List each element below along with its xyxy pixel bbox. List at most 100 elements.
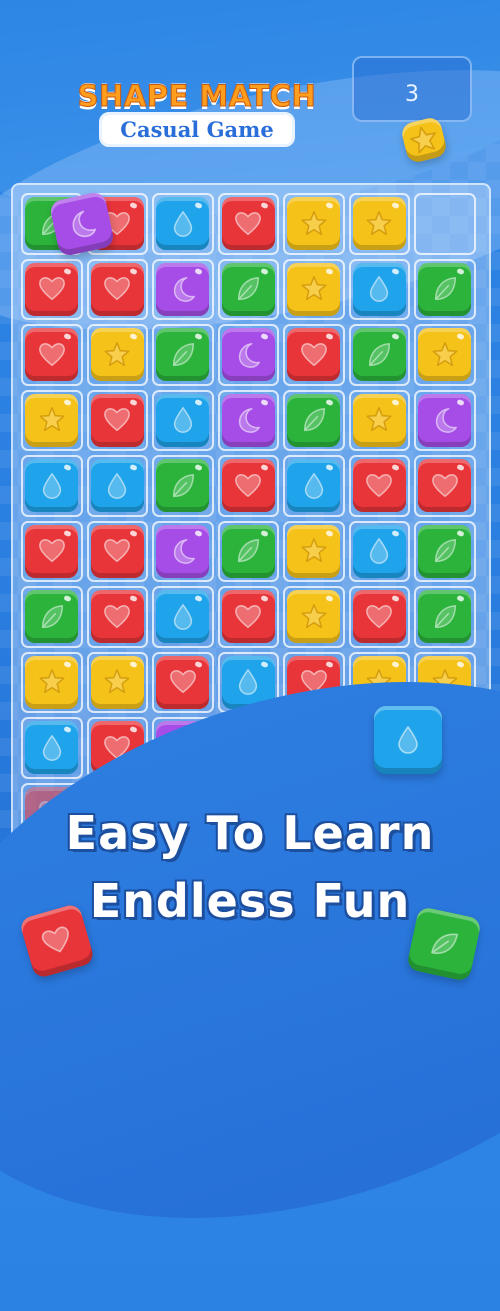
board-cell[interactable] (412, 191, 478, 257)
board-cell[interactable] (85, 322, 151, 388)
yellow-tile[interactable] (287, 590, 340, 643)
red-tile[interactable] (90, 262, 144, 316)
board-cell[interactable] (150, 191, 216, 257)
board-cell[interactable] (347, 257, 413, 323)
board-cell[interactable] (281, 453, 347, 519)
red-tile[interactable] (221, 590, 275, 643)
board-cell[interactable] (150, 453, 216, 519)
board-cell[interactable] (281, 257, 347, 323)
board-cell[interactable] (347, 453, 413, 519)
board-cell[interactable] (347, 584, 413, 650)
board-cell[interactable] (150, 584, 216, 650)
red-tile[interactable] (352, 590, 406, 643)
board-cell[interactable] (281, 519, 347, 585)
board-cell[interactable] (216, 388, 282, 454)
yellow-tile[interactable] (287, 262, 340, 316)
board-cell[interactable] (216, 584, 282, 650)
board-cell[interactable] (19, 257, 85, 323)
board-cell[interactable] (85, 650, 151, 716)
green-tile[interactable] (25, 590, 78, 643)
purple-tile[interactable] (156, 524, 209, 578)
purple-tile[interactable] (221, 393, 275, 447)
board-cell[interactable] (150, 257, 216, 323)
yellow-tile[interactable] (90, 655, 144, 709)
purple-tile[interactable] (221, 328, 275, 381)
red-tile[interactable] (25, 262, 78, 316)
green-tile[interactable] (418, 262, 471, 316)
green-tile[interactable] (156, 328, 209, 381)
board-cell[interactable] (85, 453, 151, 519)
red-tile[interactable] (25, 524, 78, 578)
board-cell[interactable] (281, 322, 347, 388)
board-cell[interactable] (412, 519, 478, 585)
board-cell[interactable] (150, 650, 216, 716)
board-cell[interactable] (281, 388, 347, 454)
red-tile[interactable] (418, 459, 471, 512)
red-tile[interactable] (287, 328, 340, 381)
yellow-tile[interactable] (418, 328, 471, 381)
purple-tile[interactable] (418, 393, 471, 447)
board-cell[interactable] (412, 584, 478, 650)
board-cell[interactable] (412, 257, 478, 323)
board-cell[interactable] (85, 388, 151, 454)
green-tile[interactable] (418, 524, 471, 578)
board-cell[interactable] (347, 191, 413, 257)
board-cell[interactable] (19, 715, 85, 781)
blue-tile[interactable] (156, 590, 209, 643)
blue-tile[interactable] (352, 262, 406, 316)
yellow-tile[interactable] (352, 197, 406, 250)
green-tile[interactable] (418, 590, 471, 643)
board-cell[interactable] (19, 322, 85, 388)
board-cell[interactable] (347, 388, 413, 454)
blue-tile[interactable] (25, 721, 78, 774)
board-cell[interactable] (19, 650, 85, 716)
blue-tile[interactable] (156, 197, 209, 250)
green-tile[interactable] (221, 524, 275, 578)
board-cell[interactable] (19, 388, 85, 454)
green-tile[interactable] (352, 328, 406, 381)
yellow-tile[interactable] (25, 393, 78, 447)
purple-tile[interactable] (156, 262, 209, 316)
blue-tile[interactable] (90, 459, 144, 512)
board-cell[interactable] (150, 519, 216, 585)
board-cell[interactable] (216, 519, 282, 585)
yellow-tile[interactable] (25, 655, 78, 709)
board-cell[interactable] (347, 322, 413, 388)
board-cell[interactable] (216, 453, 282, 519)
red-tile[interactable] (352, 459, 406, 512)
board-cell[interactable] (85, 584, 151, 650)
green-tile[interactable] (156, 459, 209, 512)
board-cell[interactable] (150, 388, 216, 454)
yellow-tile[interactable] (90, 328, 144, 381)
blue-tile[interactable] (25, 459, 78, 512)
board-cell[interactable] (19, 519, 85, 585)
board-cell[interactable] (19, 584, 85, 650)
red-tile[interactable] (221, 459, 275, 512)
red-tile[interactable] (90, 393, 144, 447)
yellow-tile[interactable] (287, 197, 340, 250)
board-cell[interactable] (85, 257, 151, 323)
board-cell[interactable] (150, 322, 216, 388)
board-cell[interactable] (216, 322, 282, 388)
red-tile[interactable] (221, 197, 275, 250)
board-cell[interactable] (19, 453, 85, 519)
blue-tile[interactable] (156, 393, 209, 447)
board-cell[interactable] (216, 191, 282, 257)
board-cell[interactable] (281, 584, 347, 650)
green-tile[interactable] (287, 393, 340, 447)
blue-tile[interactable] (287, 459, 340, 512)
green-tile[interactable] (221, 262, 275, 316)
yellow-tile[interactable] (287, 524, 340, 578)
board-cell[interactable] (412, 322, 478, 388)
red-tile[interactable] (90, 590, 144, 643)
red-tile[interactable] (90, 524, 144, 578)
red-tile[interactable] (25, 328, 78, 381)
board-cell[interactable] (216, 257, 282, 323)
board-cell[interactable] (412, 388, 478, 454)
board-cell[interactable] (347, 519, 413, 585)
yellow-tile[interactable] (352, 393, 406, 447)
board-cell[interactable] (412, 453, 478, 519)
board-cell[interactable] (281, 191, 347, 257)
red-tile[interactable] (156, 655, 209, 709)
blue-tile[interactable] (352, 524, 406, 578)
